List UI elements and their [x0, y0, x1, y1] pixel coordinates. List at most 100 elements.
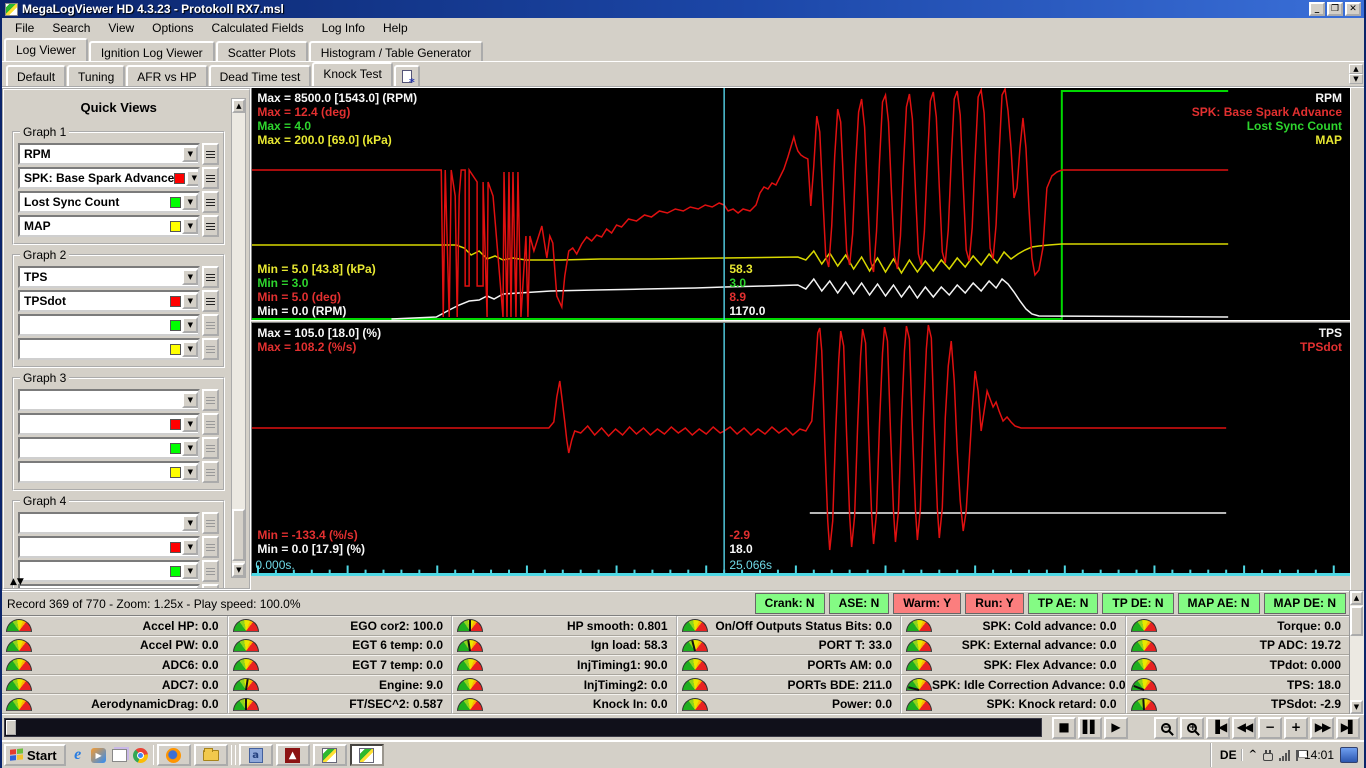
- gauge-scrollbar[interactable]: ▲ ▼: [1349, 591, 1364, 714]
- scroll-up-icon[interactable]: ▲: [232, 99, 246, 113]
- splitter-arrows-icon[interactable]: ▲▼: [10, 578, 24, 587]
- network-signal-icon[interactable]: [1278, 749, 1290, 761]
- pause-button[interactable]: ▌▌: [1078, 716, 1102, 739]
- chevron-down-icon[interactable]: ▼: [182, 392, 199, 408]
- series-select[interactable]: TPSdot ▼: [18, 290, 201, 312]
- step-back-button[interactable]: −: [1258, 716, 1282, 739]
- series-select[interactable]: Lost Sync Count ▼: [18, 191, 201, 213]
- skip-end-button[interactable]: ▶▌: [1336, 716, 1360, 739]
- chevron-down-icon[interactable]: ▼: [182, 218, 199, 234]
- tool-task-button[interactable]: a: [238, 744, 273, 766]
- close-button[interactable]: ✕: [1345, 2, 1361, 16]
- language-indicator[interactable]: DE: [1220, 749, 1243, 761]
- scroll-up-icon[interactable]: ▲: [1349, 64, 1363, 74]
- acrobat-task-button[interactable]: ▲: [275, 744, 310, 766]
- chevron-down-icon[interactable]: ▼: [182, 194, 199, 210]
- series-select[interactable]: ▼: [18, 413, 201, 435]
- fast-forward-button[interactable]: ▶▶: [1310, 716, 1334, 739]
- firefox-task-button[interactable]: [156, 744, 191, 766]
- chevron-down-icon[interactable]: ▼: [182, 539, 199, 555]
- chevron-down-icon[interactable]: ▼: [182, 563, 199, 579]
- tab-histogram-table-generator[interactable]: Histogram / Table Generator: [308, 41, 484, 61]
- tab-scatter-plots[interactable]: Scatter Plots: [215, 41, 308, 61]
- menu-view[interactable]: View: [99, 19, 143, 37]
- series-menu-button[interactable]: [202, 215, 220, 237]
- tab-tuning[interactable]: Tuning: [67, 65, 126, 86]
- zoom-out-button[interactable]: −: [1154, 716, 1178, 739]
- action-center-flag-icon[interactable]: [1295, 749, 1298, 761]
- scroll-down-icon[interactable]: ▼: [1349, 74, 1363, 84]
- series-select[interactable]: ▼: [18, 536, 201, 558]
- minimize-button[interactable]: _: [1309, 2, 1325, 16]
- tab-dead-time-test[interactable]: Dead Time test: [208, 65, 312, 86]
- new-view-tab-button[interactable]: [393, 65, 420, 88]
- chevron-down-icon[interactable]: ▼: [186, 170, 199, 186]
- series-select[interactable]: ▼: [18, 389, 201, 411]
- menu-help[interactable]: Help: [374, 19, 417, 37]
- chevron-down-icon[interactable]: ▼: [182, 269, 199, 285]
- chevron-down-icon[interactable]: ▼: [182, 317, 199, 333]
- series-menu-button[interactable]: [202, 314, 220, 336]
- play-button[interactable]: ▶: [1104, 716, 1128, 739]
- menu-log-info[interactable]: Log Info: [313, 19, 374, 37]
- menu-search[interactable]: Search: [43, 19, 99, 37]
- scroll-down-icon[interactable]: ▼: [1350, 700, 1363, 714]
- series-select[interactable]: ▼: [18, 437, 201, 459]
- tab-knock-test[interactable]: Knock Test: [312, 62, 393, 86]
- series-select[interactable]: ▼: [18, 512, 201, 534]
- series-menu-button[interactable]: [202, 191, 220, 213]
- tab-afr-vs-hp[interactable]: AFR vs HP: [126, 65, 208, 86]
- graph2-panel[interactable]: Max = 105.0 [18.0] (%) Max = 108.2 (%/s)…: [251, 323, 1351, 558]
- media-player-icon[interactable]: ▶: [90, 746, 108, 764]
- chrome-icon[interactable]: [132, 746, 150, 764]
- power-plug-icon[interactable]: [1262, 749, 1273, 761]
- series-menu-button[interactable]: [202, 437, 220, 459]
- show-desktop-button[interactable]: [1340, 747, 1358, 763]
- graph1-panel[interactable]: Max = 8500.0 [1543.0] (RPM) Max = 12.4 (…: [251, 88, 1351, 320]
- scroll-up-icon[interactable]: ▲: [1350, 591, 1363, 605]
- megalogviewer-active-task-button[interactable]: [349, 744, 384, 766]
- chevron-down-icon[interactable]: ▼: [182, 440, 199, 456]
- series-menu-button[interactable]: [202, 290, 220, 312]
- tab-ignition-log-viewer[interactable]: Ignition Log Viewer: [88, 41, 215, 61]
- series-select[interactable]: TPS ▼: [18, 266, 201, 288]
- rewind-button[interactable]: ◀◀: [1232, 716, 1256, 739]
- photo-viewer-icon[interactable]: [111, 746, 129, 764]
- scrollbar-thumb[interactable]: [6, 720, 16, 735]
- scrollbar-thumb[interactable]: [1350, 606, 1363, 636]
- clock[interactable]: 14:01: [1304, 749, 1334, 761]
- series-menu-button[interactable]: [202, 413, 220, 435]
- scroll-down-icon[interactable]: ▼: [232, 563, 246, 577]
- series-menu-button[interactable]: [202, 167, 220, 189]
- chevron-down-icon[interactable]: ▼: [182, 416, 199, 432]
- chevron-down-icon[interactable]: ▼: [182, 464, 199, 480]
- series-select[interactable]: MAP ▼: [18, 215, 201, 237]
- start-button[interactable]: Start: [4, 744, 66, 766]
- series-menu-button[interactable]: [202, 143, 220, 165]
- chevron-down-icon[interactable]: ▼: [182, 515, 199, 531]
- series-select[interactable]: RPM ▼: [18, 143, 201, 165]
- stop-button[interactable]: ■: [1052, 716, 1076, 739]
- tab-default[interactable]: Default: [6, 65, 67, 86]
- hidden-icons-chevron-icon[interactable]: ^: [1249, 750, 1257, 760]
- step-forward-button[interactable]: +: [1284, 716, 1308, 739]
- internet-explorer-icon[interactable]: e: [69, 746, 87, 764]
- zoom-in-button[interactable]: +: [1180, 716, 1204, 739]
- sidebar-scrollbar[interactable]: ▲ ▼: [231, 98, 247, 578]
- tab-log-viewer[interactable]: Log Viewer: [4, 38, 88, 61]
- megalogviewer-task-button[interactable]: [312, 744, 347, 766]
- series-select[interactable]: ▼: [18, 461, 201, 483]
- series-menu-button[interactable]: [202, 266, 220, 288]
- series-select[interactable]: SPK: Base Spark Advance ▼: [18, 167, 201, 189]
- series-menu-button[interactable]: [202, 560, 220, 582]
- series-menu-button[interactable]: [202, 536, 220, 558]
- menu-calculated-fields[interactable]: Calculated Fields: [203, 19, 313, 37]
- explorer-task-button[interactable]: [193, 744, 228, 766]
- series-menu-button[interactable]: [202, 389, 220, 411]
- scrollbar-thumb[interactable]: [232, 509, 246, 561]
- menu-options[interactable]: Options: [143, 19, 202, 37]
- series-select[interactable]: ▼: [18, 314, 201, 336]
- series-menu-button[interactable]: [202, 512, 220, 534]
- chevron-down-icon[interactable]: ▼: [182, 341, 199, 357]
- menu-file[interactable]: File: [6, 19, 43, 37]
